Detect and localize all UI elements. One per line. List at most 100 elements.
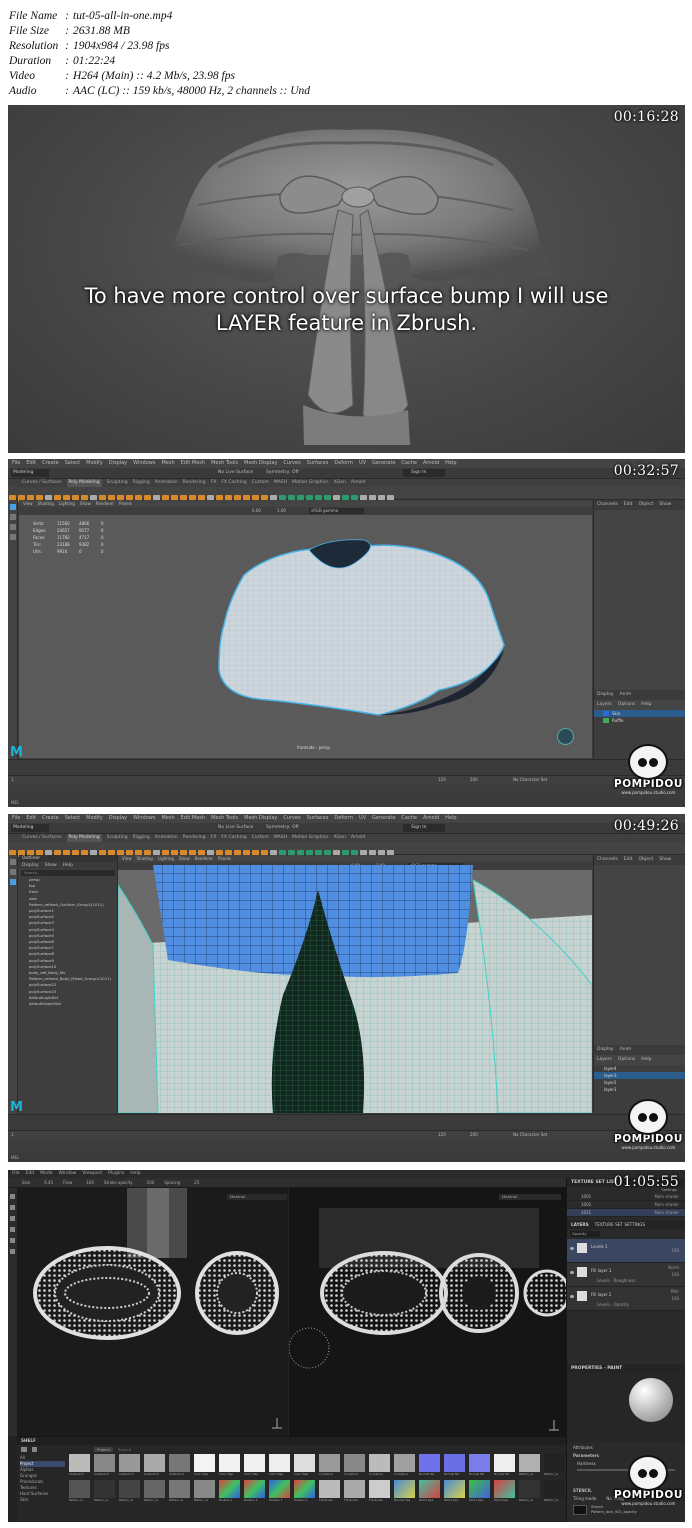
menu-item[interactable]: Mesh Tools: [211, 814, 238, 823]
menu-item[interactable]: Mesh: [161, 459, 174, 468]
channel-menu-item[interactable]: Object: [639, 500, 654, 510]
display-layer-row[interactable]: layer3: [594, 1072, 685, 1079]
select-tool-icon[interactable]: [10, 504, 16, 510]
tool-option-value[interactable]: 25: [194, 1180, 199, 1185]
display-tab[interactable]: Anim: [620, 690, 632, 700]
shelf-thumbnail[interactable]: Thickness: [319, 1480, 340, 1503]
layer-blend[interactable]: Norm: [668, 1265, 679, 1270]
channel-menu-item[interactable]: Channels: [597, 855, 618, 865]
shelf-thumbnail[interactable]: Curvature: [319, 1454, 340, 1477]
shelf-thumbnail[interactable]: Normal Ma: [444, 1454, 465, 1477]
channel-menu-item[interactable]: Edit: [624, 500, 633, 510]
channel-menu-item[interactable]: Show: [659, 855, 671, 865]
display-layer-row[interactable]: layer2: [594, 1079, 685, 1086]
shelf-tab[interactable]: XGen: [334, 479, 346, 487]
shelf-search[interactable]: Search: [118, 1447, 131, 1452]
shelf-tab[interactable]: XGen: [334, 834, 346, 842]
shelf-thumbnail[interactable]: Thickness: [369, 1480, 390, 1503]
shelf-tab[interactable]: Rendering: [183, 834, 206, 842]
channel-menu-item[interactable]: Channels: [597, 500, 618, 510]
shelf-thumbnail[interactable]: World Spa: [419, 1480, 440, 1503]
tool-option[interactable]: Stroke opacity 100: [104, 1178, 154, 1187]
attributes-header[interactable]: Attributes: [567, 1444, 685, 1452]
shelf-thumbnail[interactable]: Pattern_la: [519, 1480, 540, 1503]
menu-item[interactable]: Edit: [26, 1170, 35, 1178]
menu-item[interactable]: Surfaces: [307, 814, 329, 823]
shelf-thumbnail[interactable]: Ambient O: [69, 1454, 90, 1477]
udim-row[interactable]: 1002 Main shader: [567, 1201, 685, 1209]
end-frame[interactable]: 120: [438, 777, 446, 782]
viewport[interactable]: ViewShadingLightingShowRendererPanels 0.…: [118, 855, 592, 1113]
shelf-tab[interactable]: Rigging: [133, 479, 150, 487]
shelf-thumbnail[interactable]: Pattern_la: [119, 1480, 140, 1503]
shelf-thumbnail[interactable]: Color Map: [294, 1454, 315, 1477]
start-frame[interactable]: 1: [11, 777, 14, 782]
menu-item[interactable]: Arnold: [423, 459, 439, 468]
menu-item[interactable]: Modify: [86, 459, 103, 468]
shelf-tab[interactable]: Animation: [155, 834, 178, 842]
shelf-tab[interactable]: Arnold: [351, 834, 366, 842]
shelf-thumbnail[interactable]: Color Map: [219, 1454, 240, 1477]
mel-command-line[interactable]: MEL: [8, 1153, 685, 1162]
udim-shader[interactable]: Main shader: [654, 1193, 679, 1201]
menu-item[interactable]: Mesh Display: [244, 459, 277, 468]
layer-opacity[interactable]: 100: [671, 1272, 679, 1277]
shelf-tab[interactable]: Custom: [252, 479, 269, 487]
character-set[interactable]: No Character Set: [513, 777, 547, 782]
menu-item[interactable]: Mesh Display: [244, 814, 277, 823]
sign-in-button[interactable]: Sign In: [403, 824, 445, 832]
shelf-thumbnail[interactable]: Pattern_la: [69, 1480, 90, 1503]
menu-item[interactable]: Mesh Tools: [211, 459, 238, 468]
layer-menu-item[interactable]: Help: [641, 1055, 651, 1065]
outliner-search[interactable]: Search...: [21, 870, 115, 876]
udim-shader[interactable]: Main shader: [654, 1209, 679, 1217]
channel-menu-item[interactable]: Object: [639, 855, 654, 865]
menu-item[interactable]: Edit: [26, 459, 36, 468]
shelf-thumbnail[interactable]: Thickness: [344, 1480, 365, 1503]
display-layer-row[interactable]: layer4: [594, 1065, 685, 1072]
menu-item[interactable]: Mesh: [161, 814, 174, 823]
menu-item[interactable]: Curves: [283, 814, 300, 823]
paint-tool-icon[interactable]: [10, 524, 16, 530]
paint-layer[interactable]: Fill layer 2 Levels - Opacity Pthr 100: [567, 1287, 685, 1311]
clone-icon[interactable]: [10, 1238, 15, 1243]
shelf-thumbnail[interactable]: Pattern_la: [144, 1480, 165, 1503]
3d-viewport[interactable]: Material: [289, 1188, 566, 1436]
shelf-tab[interactable]: MASH: [274, 834, 287, 842]
shelf-tab[interactable]: Rendering: [183, 479, 206, 487]
shelf-thumbnail[interactable]: Ambient O: [94, 1454, 115, 1477]
shelf-tab[interactable]: Sculpting: [107, 834, 128, 842]
shelf-thumbnail[interactable]: Curvature: [394, 1454, 415, 1477]
shelf-thumbnail[interactable]: Color Map: [244, 1454, 265, 1477]
shelf-thumbnail[interactable]: Pattern_la: [544, 1454, 565, 1477]
menu-item[interactable]: Help: [445, 459, 456, 468]
nav-cube-icon[interactable]: [557, 728, 574, 745]
udim-row[interactable]: 1011 Main shader: [567, 1209, 685, 1217]
eye-icon[interactable]: [570, 1247, 574, 1250]
menu-item[interactable]: Help: [445, 814, 456, 823]
menu-item[interactable]: UV: [359, 814, 366, 823]
layer-menu-item[interactable]: Help: [641, 700, 651, 710]
menu-item[interactable]: Edit Mesh: [181, 814, 205, 823]
shelf-thumbnail[interactable]: Curvature: [344, 1454, 365, 1477]
tool-option-value[interactable]: 6.45: [44, 1180, 53, 1185]
display-tab[interactable]: Display: [597, 1045, 614, 1055]
menu-item[interactable]: Display: [109, 814, 127, 823]
end-frame-2[interactable]: 200: [470, 777, 478, 782]
smudge-icon[interactable]: [10, 1227, 15, 1232]
layer-color-swatch[interactable]: [603, 711, 609, 716]
projection-icon[interactable]: [10, 1216, 15, 1221]
shelf-tab[interactable]: Rigging: [133, 834, 150, 842]
shelf-thumbnail[interactable]: Pattern_la: [94, 1480, 115, 1503]
outliner-menu-item[interactable]: Help: [63, 862, 73, 869]
tool-option-value[interactable]: 100: [147, 1180, 155, 1185]
shelf-thumbnail[interactable]: Normal Ma: [419, 1454, 440, 1477]
symmetry[interactable]: Symmetry: Off: [266, 469, 299, 477]
menu-item[interactable]: Curves: [283, 459, 300, 468]
shelf-thumbnail[interactable]: Normal Ma: [469, 1454, 490, 1477]
visibility-icon[interactable]: [597, 710, 600, 717]
end-frame-2[interactable]: 200: [470, 1132, 478, 1137]
paint-brush-icon[interactable]: [10, 1194, 15, 1199]
blend-mode-select[interactable]: Opacity: [570, 1231, 600, 1237]
display-tab[interactable]: Anim: [620, 1045, 632, 1055]
